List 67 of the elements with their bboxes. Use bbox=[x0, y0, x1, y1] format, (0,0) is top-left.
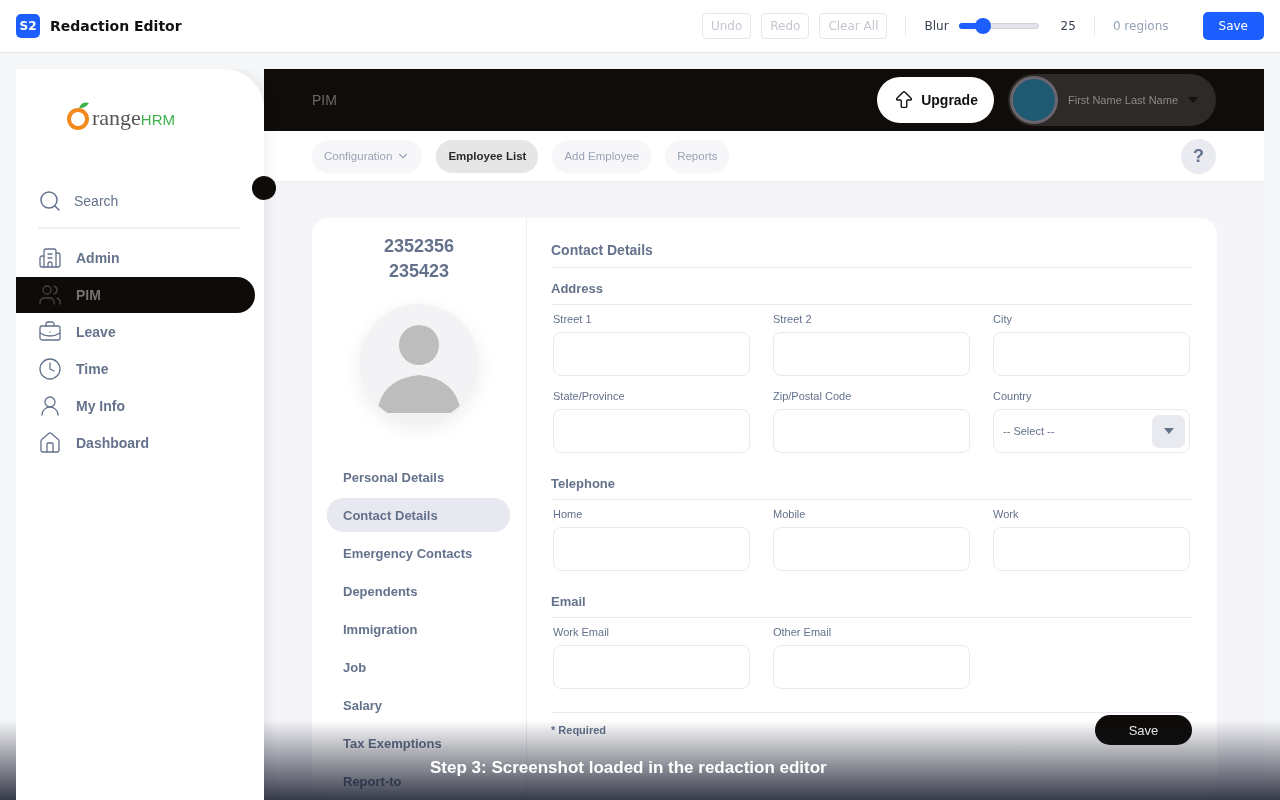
sidebar-item[interactable]: Leave bbox=[16, 314, 255, 350]
sidebar-item[interactable]: PIM bbox=[16, 277, 255, 313]
save-button[interactable]: Save bbox=[1202, 12, 1264, 40]
nav-tab[interactable]: Employee List bbox=[436, 139, 539, 173]
nav-tab[interactable]: Reports bbox=[665, 139, 730, 173]
field-label: Street 2 bbox=[773, 313, 813, 325]
nav-tab[interactable]: Configuration bbox=[312, 139, 423, 173]
field-label: Work Email bbox=[553, 626, 611, 638]
menu-icon bbox=[38, 394, 62, 418]
upgrade-button[interactable]: Upgrade bbox=[877, 77, 994, 124]
search-icon bbox=[38, 189, 62, 213]
caret-icon bbox=[1188, 97, 1198, 104]
field-label: Street 1 bbox=[553, 313, 593, 325]
blur-value: 25 bbox=[1060, 19, 1076, 33]
menu-icon bbox=[38, 246, 62, 270]
menu-icon bbox=[38, 320, 62, 344]
sidebar-item[interactable]: My Info bbox=[16, 388, 255, 424]
field-label: Country bbox=[993, 390, 1033, 402]
employee-name: 2352356 bbox=[382, 235, 456, 258]
field-label: State/Province bbox=[553, 390, 626, 402]
form-save-button[interactable]: Save bbox=[1095, 715, 1192, 745]
sidebar-item[interactable]: Time bbox=[16, 351, 255, 387]
dropdown-button[interactable] bbox=[1152, 414, 1185, 448]
profile-menu-item[interactable]: Tax Exemptions bbox=[327, 726, 458, 760]
profile-menu-item[interactable]: Contact Details bbox=[327, 498, 510, 532]
slider-thumb[interactable] bbox=[974, 18, 991, 34]
field-label: Zip/Postal Code bbox=[773, 390, 853, 402]
menu-icon bbox=[38, 431, 62, 455]
logo-suffix: HRM bbox=[140, 111, 176, 128]
section-title: Telephone bbox=[551, 476, 1192, 500]
fruit-icon bbox=[66, 101, 92, 131]
app-title: Redaction Editor bbox=[50, 18, 182, 34]
country-select[interactable]: -- Select -- bbox=[993, 409, 1190, 453]
field-label: Work bbox=[993, 508, 1020, 520]
field-label: Mobile bbox=[773, 508, 807, 520]
avatar-placeholder bbox=[1009, 76, 1058, 125]
profile-menu-item[interactable]: Personal Details bbox=[327, 460, 461, 494]
section-title: Email bbox=[551, 594, 1192, 618]
field-label: Home bbox=[553, 508, 584, 520]
form-title: Contact Details bbox=[551, 242, 1192, 268]
field-label: City bbox=[993, 313, 1013, 325]
menu-icon bbox=[38, 357, 62, 381]
required-note: * Required bbox=[551, 724, 606, 736]
sidebar-item[interactable]: Admin bbox=[16, 240, 255, 276]
profile-menu-item[interactable]: Salary bbox=[327, 688, 399, 722]
profile-menu-item[interactable]: Dependents bbox=[327, 574, 434, 608]
user-name: First Name Last Name bbox=[1067, 94, 1178, 107]
logo-text: range bbox=[92, 105, 141, 131]
nav-tab[interactable]: Add Employee bbox=[552, 139, 652, 173]
section-title: Address bbox=[551, 281, 1192, 305]
profile-menu-item[interactable]: Emergency Contacts bbox=[327, 536, 489, 570]
blur-label: Blur bbox=[924, 19, 949, 33]
user-menu[interactable]: First Name Last Name bbox=[1007, 74, 1216, 127]
employee-name: 235423 bbox=[387, 260, 451, 283]
menu-icon bbox=[38, 283, 62, 307]
sidebar-search[interactable]: Search bbox=[74, 193, 119, 209]
profile-menu-item[interactable]: Job bbox=[327, 650, 383, 684]
collapse-handle[interactable] bbox=[252, 176, 276, 200]
sidebar-item[interactable]: Dashboard bbox=[16, 425, 255, 461]
blur-slider[interactable] bbox=[958, 18, 1039, 34]
caption-text: Step 3: Screenshot loaded in the redaction editor bbox=[430, 758, 827, 778]
field-label: Other Email bbox=[773, 626, 833, 638]
app-badge: S2 bbox=[16, 14, 40, 38]
regions-count: 0 regions bbox=[1112, 19, 1169, 33]
help-button[interactable]: ? bbox=[1181, 138, 1216, 174]
profile-menu-item[interactable]: Immigration bbox=[327, 612, 434, 646]
page-title: PIM bbox=[312, 92, 338, 109]
